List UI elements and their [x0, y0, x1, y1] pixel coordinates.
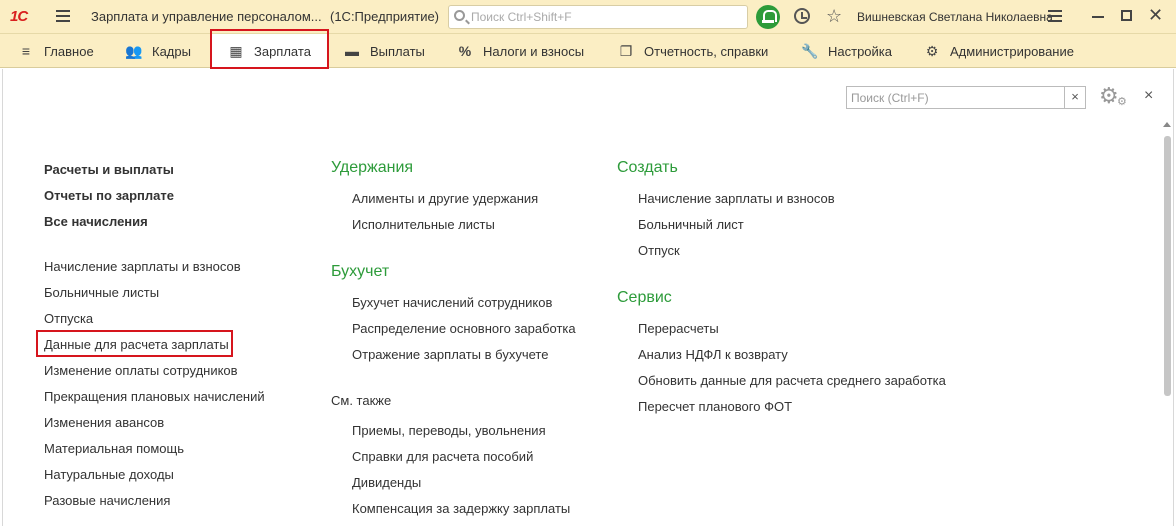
link-natural-income[interactable]: Натуральные доходы — [44, 467, 174, 482]
link-update-average-earnings[interactable]: Обновить данные для расчета среднего зар… — [638, 373, 946, 388]
main-menu-icon[interactable] — [56, 10, 70, 22]
section-panel — [2, 69, 1174, 526]
link-vacations[interactable]: Отпуска — [44, 311, 93, 326]
group-title-accounting: Бухучет — [331, 263, 390, 280]
title-bar: 1С Зарплата и управление персоналом... (… — [0, 0, 1176, 34]
panel-settings-small-gear-icon: ⚙ — [1117, 96, 1127, 108]
link-all-accruals[interactable]: Все начисления — [44, 214, 148, 229]
link-create-vacation[interactable]: Отпуск — [638, 243, 680, 258]
panel-settings-gear-icon[interactable]: ⚙ — [1099, 84, 1119, 108]
link-material-aid[interactable]: Материальная помощь — [44, 441, 184, 456]
gear-icon: ⚙ — [925, 43, 939, 59]
window-menu-icon[interactable] — [1048, 10, 1062, 22]
link-recalculate-planned-fot[interactable]: Пересчет планового ФОТ — [638, 399, 792, 414]
link-payroll-accrual[interactable]: Начисление зарплаты и взносов — [44, 259, 241, 274]
section-administration[interactable]: ⚙ Администрирование — [922, 34, 1074, 68]
maximize-icon[interactable] — [1121, 10, 1132, 21]
link-one-time-accruals[interactable]: Разовые начисления — [44, 493, 170, 508]
group-title-create: Создать — [617, 159, 678, 176]
link-employee-accounting[interactable]: Бухучет начислений сотрудников — [352, 295, 552, 310]
link-salary-reports[interactable]: Отчеты по зарплате — [44, 188, 174, 203]
link-delay-compensation[interactable]: Компенсация за задержку зарплаты — [352, 501, 570, 516]
link-create-payroll[interactable]: Начисление зарплаты и взносов — [638, 191, 835, 206]
favorites-star-icon[interactable]: ☆ — [826, 6, 842, 26]
link-advance-changes[interactable]: Изменения авансов — [44, 415, 164, 430]
link-benefit-certificates[interactable]: Справки для расчета пособий — [352, 449, 533, 464]
link-recalculations[interactable]: Перерасчеты — [638, 321, 719, 336]
link-dividends[interactable]: Дивиденды — [352, 475, 421, 490]
global-search-input[interactable] — [471, 9, 741, 25]
section-reports[interactable]: ❐ Отчетность, справки — [616, 34, 769, 68]
current-user[interactable]: Вишневская Светлана Николаевна — [857, 10, 1053, 24]
section-taxes[interactable]: % Налоги и взносы — [455, 34, 584, 68]
global-search[interactable] — [448, 5, 748, 29]
link-ndfl-refund-analysis[interactable]: Анализ НДФЛ к возврату — [638, 347, 788, 362]
wrench-icon: 🔧 — [801, 43, 819, 59]
search-icon — [454, 10, 465, 21]
link-writs[interactable]: Исполнительные листы — [352, 217, 495, 232]
section-label: Администрирование — [950, 44, 1074, 59]
panel-search-input[interactable] — [851, 88, 1061, 107]
documents-icon: ❐ — [619, 43, 633, 59]
group-title-see-also: См. также — [331, 393, 392, 408]
link-stop-planned-accruals[interactable]: Прекращения плановых начислений — [44, 389, 265, 404]
app-title: Зарплата и управление персоналом... — [91, 9, 322, 24]
link-pay-changes[interactable]: Изменение оплаты сотрудников — [44, 363, 238, 378]
percent-icon: % — [458, 43, 472, 59]
section-label: Отчетность, справки — [644, 44, 769, 59]
payroll-data-highlight — [36, 330, 233, 357]
link-payroll-posting[interactable]: Отражение зарплаты в бухучете — [352, 347, 548, 362]
section-label: Кадры — [152, 44, 191, 59]
section-settings[interactable]: 🔧 Настройка — [800, 34, 892, 68]
close-window-icon[interactable]: ✕ — [1148, 5, 1163, 25]
people-icon: 👥 — [125, 43, 143, 59]
section-payments[interactable]: ▬ Выплаты — [342, 34, 425, 68]
menu-lines-icon: ≡ — [21, 43, 31, 59]
section-main[interactable]: ≡ Главное — [16, 34, 94, 68]
wallet-icon: ▬ — [345, 43, 359, 59]
minimize-icon[interactable] — [1092, 16, 1104, 18]
clear-search-button[interactable]: × — [1064, 86, 1086, 109]
link-earnings-distribution[interactable]: Распределение основного заработка — [352, 321, 576, 336]
group-title-deductions: Удержания — [331, 159, 414, 176]
link-hiring-transfers[interactable]: Приемы, переводы, увольнения — [352, 423, 546, 438]
link-calculations-payments[interactable]: Расчеты и выплаты — [44, 162, 174, 177]
section-label: Налоги и взносы — [483, 44, 585, 59]
section-label: Выплаты — [370, 44, 425, 59]
panel-search[interactable] — [846, 86, 1065, 109]
scroll-up-icon[interactable] — [1163, 122, 1171, 127]
link-create-sick-leave[interactable]: Больничный лист — [638, 217, 744, 232]
section-personnel[interactable]: 👥 Кадры — [124, 34, 191, 68]
close-panel-button[interactable]: × — [1144, 87, 1153, 105]
app-logo[interactable]: 1С — [10, 8, 28, 25]
group-title-service: Сервис — [617, 289, 672, 306]
app-platform: (1С:Предприятие) — [330, 9, 440, 24]
scrollbar-thumb[interactable] — [1164, 136, 1171, 396]
link-alimony[interactable]: Алименты и другие удержания — [352, 191, 538, 206]
notifications-bell-icon[interactable] — [756, 5, 780, 29]
section-label: Настройка — [828, 44, 892, 59]
history-icon[interactable] — [794, 8, 810, 24]
section-label: Главное — [44, 44, 94, 59]
salary-section-highlight — [210, 29, 329, 69]
link-sick-leaves[interactable]: Больничные листы — [44, 285, 159, 300]
sections-bar: ≡ Главное 👥 Кадры ▦ Зарплата ▬ Выплаты % Нало… — [0, 34, 1176, 68]
